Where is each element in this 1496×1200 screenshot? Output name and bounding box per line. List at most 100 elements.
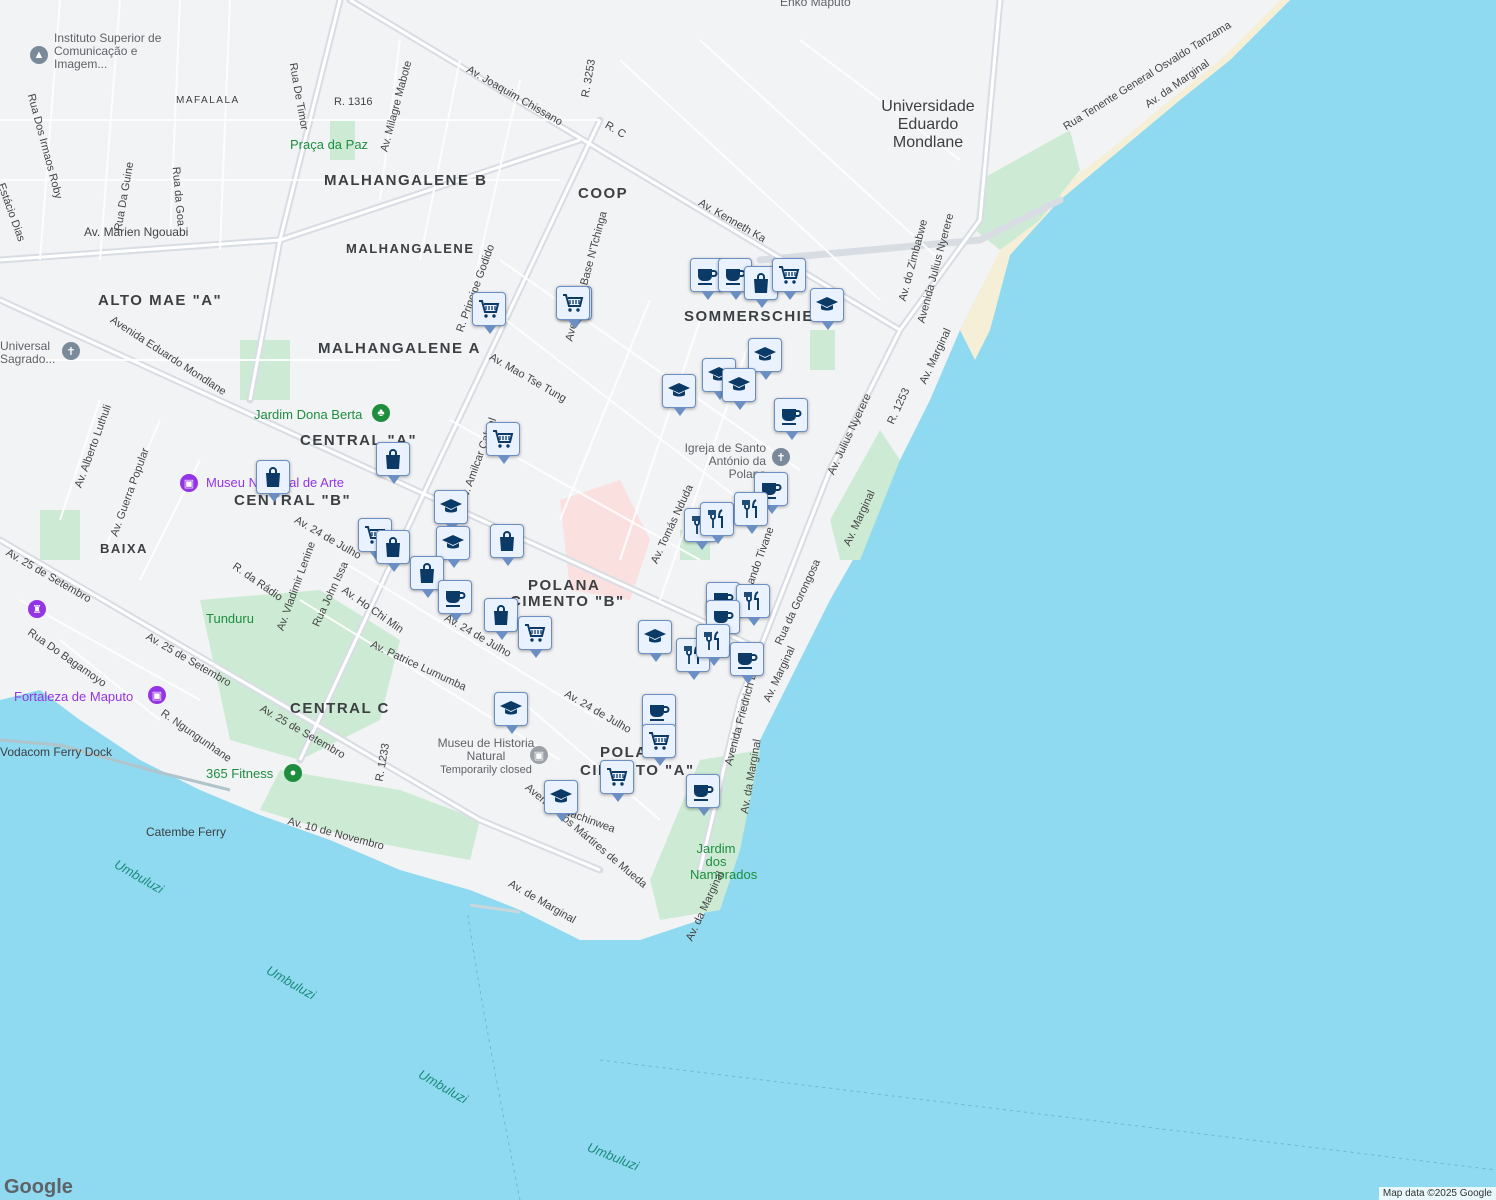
fork-knife-icon: [744, 591, 759, 610]
shopping-cart-icon: [493, 430, 514, 448]
graduation-cap-icon: [644, 629, 666, 643]
district-polana-a-2: CIMENTO "A": [580, 762, 695, 779]
grocery-marker[interactable]: [486, 422, 520, 464]
school-marker[interactable]: [748, 338, 782, 380]
shopping-cart-icon: [563, 294, 584, 312]
cafe-marker[interactable]: [686, 774, 720, 816]
coffee-cup-icon: [446, 591, 466, 607]
coffee-cup-icon: [694, 785, 714, 801]
grocery-marker[interactable]: [472, 292, 506, 334]
restaurant-marker[interactable]: [736, 584, 770, 626]
district-central-c: CENTRAL C: [290, 700, 390, 717]
grocery-marker[interactable]: [556, 286, 590, 328]
district-baixa: BAIXA: [100, 541, 148, 556]
district-coop: COOP: [578, 185, 629, 202]
school-marker[interactable]: [722, 368, 756, 410]
cafe-marker[interactable]: [438, 580, 472, 622]
coffee-cup-icon: [650, 705, 670, 721]
shopping-bag-icon: [386, 537, 400, 557]
shopping-cart-icon: [479, 300, 500, 318]
place-instituto[interactable]: Instituto Superior de Comunicação e Imag…: [54, 32, 164, 71]
fork-knife-icon: [708, 509, 723, 528]
museum-icon: ▣: [180, 474, 198, 492]
shopping-bag-icon: [266, 467, 280, 487]
district-malhangalene-a: MALHANGALENE A: [318, 340, 481, 357]
shopping-bag-icon: [494, 605, 508, 625]
school-marker[interactable]: [544, 780, 578, 822]
shopping-marker[interactable]: [376, 442, 410, 484]
church-icon: ✝: [772, 448, 790, 466]
grocery-marker[interactable]: [518, 616, 552, 658]
graduation-cap-icon: [816, 297, 838, 311]
cafe-marker[interactable]: [642, 694, 676, 736]
place-temporarily-closed: Temporarily closed: [440, 764, 532, 776]
place-jardim-dona-berta[interactable]: Jardim Dona Berta: [254, 408, 362, 421]
restaurant-marker[interactable]: [734, 492, 768, 534]
graduation-cap-icon: [500, 701, 522, 715]
museum-icon: ▣: [530, 746, 548, 764]
graduation-cap-icon: [550, 789, 572, 803]
coffee-cup-icon: [738, 653, 758, 669]
graduation-cap-icon: [728, 377, 750, 391]
district-alto-mae-a: ALTO MAE "A": [98, 292, 223, 309]
place-365-fitness[interactable]: 365 Fitness: [206, 767, 273, 780]
grocery-marker[interactable]: [772, 258, 806, 300]
school-marker[interactable]: [494, 692, 528, 734]
monument-icon: ♜: [28, 600, 46, 618]
shopping-bag-icon: [420, 563, 434, 583]
school-marker[interactable]: [434, 490, 468, 532]
place-praca-da-paz[interactable]: Praça da Paz: [290, 138, 368, 151]
shopping-marker[interactable]: [490, 524, 524, 566]
street-label: R. 1316: [334, 96, 373, 108]
shopping-bag-icon: [500, 531, 514, 551]
shopping-cart-icon: [779, 266, 800, 284]
district-polana-b-2: CIMENTO "B": [510, 593, 625, 610]
cafe-marker[interactable]: [730, 642, 764, 684]
district-malhangalene: MALHANGALENE: [346, 241, 475, 256]
grocery-marker[interactable]: [642, 724, 676, 766]
district-malhangalene-b: MALHANGALENE B: [324, 172, 488, 189]
place-igreja[interactable]: Igreja de Santo António da Polana: [670, 442, 766, 481]
place-fortaleza[interactable]: Fortaleza de Maputo: [14, 690, 133, 703]
school-marker[interactable]: [810, 288, 844, 330]
google-logo: Google: [4, 1176, 73, 1198]
place-universal[interactable]: Universal Sagrado...: [0, 340, 60, 366]
fork-knife-icon: [704, 631, 719, 650]
shopping-marker[interactable]: [376, 530, 410, 572]
fitness-icon: ●: [284, 764, 302, 782]
shopping-cart-icon: [649, 732, 670, 750]
shopping-cart-icon: [525, 624, 546, 642]
place-tunduru[interactable]: Tunduru: [206, 612, 254, 625]
restaurant-marker[interactable]: [700, 502, 734, 544]
graduation-cap-icon: [440, 499, 462, 513]
grocery-marker[interactable]: [600, 760, 634, 802]
restaurant-marker[interactable]: [696, 624, 730, 666]
church-icon: ✝: [62, 342, 80, 360]
shopping-marker[interactable]: [256, 460, 290, 502]
cafe-marker[interactable]: [774, 398, 808, 440]
school-marker[interactable]: [662, 374, 696, 416]
fork-knife-icon: [742, 499, 757, 518]
place-universidade[interactable]: Universidade Eduardo Mondlane: [870, 98, 986, 152]
museum-icon: ▣: [148, 686, 166, 704]
district-polana-b-1: POLANA: [528, 577, 601, 594]
shopping-bag-icon: [754, 273, 768, 293]
park-icon: ♣: [372, 404, 390, 422]
place-museu-historia[interactable]: Museu de Historia Natural: [436, 737, 536, 763]
shopping-marker[interactable]: [484, 598, 518, 640]
graduation-cap-icon: [442, 535, 464, 549]
coffee-cup-icon: [698, 269, 718, 285]
school-marker[interactable]: [436, 526, 470, 568]
place-ferry-dock[interactable]: Vodacom Ferry Dock: [0, 746, 112, 759]
place-enko[interactable]: Enko Maputo: [780, 0, 851, 9]
place-catembe-ferry[interactable]: Catembe Ferry: [146, 826, 226, 839]
graduation-cap-icon: [754, 347, 776, 361]
street-label: Av. Marien Ngouabi: [84, 225, 189, 239]
graduation-cap-icon: [668, 383, 690, 397]
shopping-bag-icon: [386, 449, 400, 469]
school-marker[interactable]: [638, 620, 672, 662]
map-attribution[interactable]: Map data ©2025 Google: [1378, 1187, 1496, 1200]
district-central-b: CENTRAL "B": [234, 492, 352, 509]
district-mafalala: MAFALALA: [176, 95, 240, 106]
shopping-cart-icon: [607, 768, 628, 786]
